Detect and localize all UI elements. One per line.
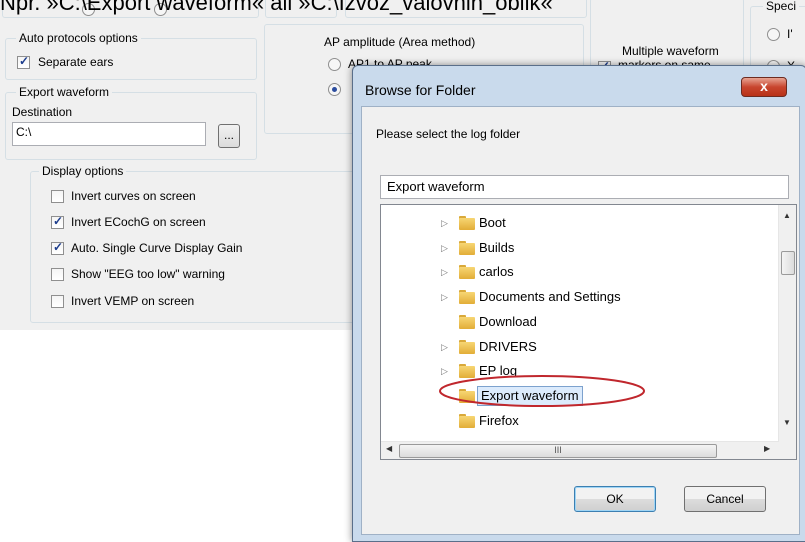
folder-tree-item[interactable]: ▷ Boot [381,213,771,233]
destination-input[interactable]: C:\ [12,122,206,146]
eeg-warning-label: Show "EEG too low" warning [71,267,225,281]
folder-icon [459,339,475,354]
export-waveform-title: Export waveform [16,85,113,99]
ap1-to-ap-radio[interactable] [328,58,341,71]
auto-gain-checkbox[interactable] [51,240,64,255]
scroll-corner [779,442,796,459]
folder-tree-item[interactable]: ▷ Builds [381,238,771,258]
scroll-right-icon[interactable]: ▶ [764,444,770,453]
folder-tree-item[interactable]: ▷ DRIVERS [381,337,771,357]
instruction-caption: Npr. »C:\Export waveform« ali »C:\Izvoz_… [0,0,553,15]
folder-tree-label: DRIVERS [479,338,537,354]
invert-curves-label: Invert curves on screen [71,189,196,203]
separate-ears-label: Separate ears [38,55,114,69]
folder-tree-label: carlos [479,264,514,280]
close-icon: x [760,78,768,94]
dialog-client: Please select the log folder Export wave… [361,106,800,535]
folder-name-field[interactable]: Export waveform [380,175,789,199]
folder-icon [459,240,475,255]
expand-arrow-icon[interactable]: ▷ [441,337,449,357]
folder-icon [459,265,475,280]
right-radio-1[interactable] [767,28,780,41]
destination-label: Destination [12,105,73,119]
dialog-title: Browse for Folder [365,82,476,98]
scroll-grip: III [554,445,562,455]
invert-vemp-label: Invert VEMP on screen [71,294,195,308]
folder-icon [459,413,475,428]
folder-tree-label: Builds [479,239,515,255]
scroll-up-icon[interactable]: ▲ [783,211,791,220]
tree-horizontal-scrollbar[interactable]: ◀ III ▶ [381,441,779,459]
folder-tree-item[interactable]: Download [381,312,771,332]
folder-tree-label: Download [479,313,537,329]
folder-tree-item[interactable]: ▷ carlos [381,262,771,282]
invert-ecochg-label: Invert ECochG on screen [71,215,206,229]
expand-arrow-icon[interactable]: ▷ [441,262,449,282]
eeg-warning-checkbox[interactable] [51,268,64,281]
right-radio-1-label: I' [787,27,793,41]
display-options-title: Display options [39,164,127,178]
browse-folder-dialog: Browse for Folder x Please select the lo… [352,65,805,542]
folder-tree-item[interactable]: ▷ EP log [381,361,771,381]
tree-vertical-scrollbar[interactable]: ▲ ▼ [778,205,796,442]
folder-tree-item[interactable]: Firefox [381,411,771,431]
scroll-left-icon[interactable]: ◀ [386,444,392,453]
dialog-prompt: Please select the log folder [376,127,521,141]
browse-button[interactable]: ... [218,124,240,148]
folder-tree-label: EP log [479,363,518,379]
folder-tree-label: Firefox [479,412,519,428]
ok-button[interactable]: OK [574,486,656,512]
folder-icon [459,388,475,403]
invert-vemp-checkbox[interactable] [51,295,64,308]
folder-tree-item[interactable]: ▷ Documents and Settings [381,287,771,307]
ap-option2-radio[interactable] [328,83,341,96]
close-button[interactable]: x [741,77,787,97]
invert-ecochg-checkbox[interactable] [51,214,64,229]
hscroll-thumb[interactable]: III [399,444,717,458]
expand-arrow-icon[interactable]: ▷ [441,238,449,258]
folder-icon [459,216,475,230]
scroll-down-icon[interactable]: ▼ [783,418,791,427]
folder-tree-label: Boot [479,215,506,230]
separate-ears-checkbox[interactable] [17,54,30,69]
expand-arrow-icon[interactable]: ▷ [441,287,449,307]
expand-arrow-icon[interactable]: ▷ [441,361,449,381]
scroll-thumb[interactable] [781,251,795,275]
expand-arrow-icon[interactable]: ▷ [441,213,449,233]
invert-curves-checkbox[interactable] [51,190,64,203]
cancel-button[interactable]: Cancel [684,486,766,512]
right-group-title: Speci [763,0,800,13]
folder-tree[interactable]: ▷ Boot ▷ Builds ▷ carlos ▷ Documents and Settin… [380,204,797,460]
folder-tree-label: Export waveform [477,385,583,406]
ap-amplitude-title: AP amplitude (Area method) [321,35,479,49]
auto-protocols-title: Auto protocols options [16,31,141,45]
folder-tree-item[interactable]: Export waveform [381,385,771,406]
auto-gain-label: Auto. Single Curve Display Gain [71,241,243,255]
folder-tree-label: Documents and Settings [479,289,621,305]
folder-icon [459,290,475,305]
folder-icon [459,314,475,329]
folder-icon [459,364,475,379]
multiple-waveform-label: Multiple waveform [622,44,719,58]
